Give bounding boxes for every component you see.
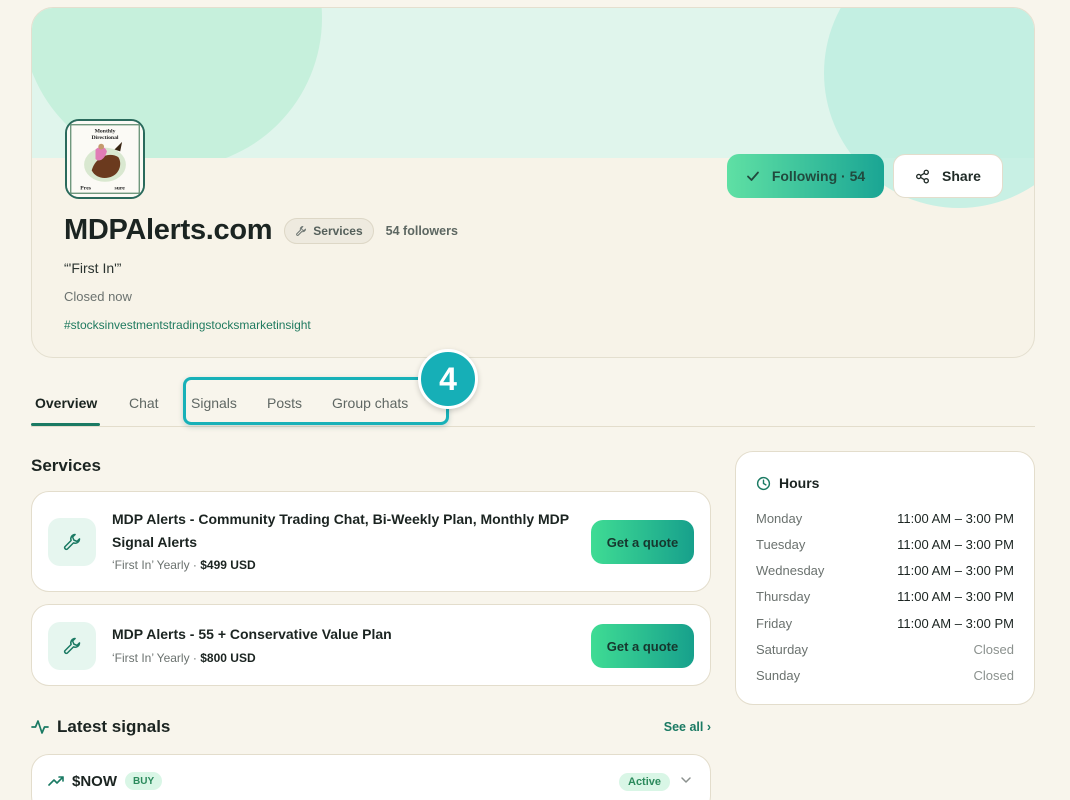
wrench-icon bbox=[63, 637, 81, 655]
hours-row: Friday 11:00 AM – 3:00 PM bbox=[756, 616, 1014, 631]
share-label: Share bbox=[942, 168, 981, 184]
see-all-link[interactable]: See all › bbox=[664, 720, 711, 734]
hours-row: Wednesday 11:00 AM – 3:00 PM bbox=[756, 563, 1014, 578]
following-label: Following · 54 bbox=[771, 168, 866, 184]
wrench-icon bbox=[296, 225, 307, 236]
hours-day: Saturday bbox=[756, 642, 809, 657]
services-heading: Services bbox=[31, 456, 101, 475]
tour-highlight-box bbox=[183, 377, 449, 425]
hours-row: Saturday Closed bbox=[756, 642, 1014, 657]
hours-day: Friday bbox=[756, 616, 793, 631]
check-icon bbox=[746, 171, 759, 181]
service-card[interactable]: MDP Alerts - 55 + Conservative Value Pla… bbox=[31, 604, 711, 686]
signal-ticker-row: $NOW BUY bbox=[48, 772, 163, 790]
avatar-text-top: Monthly bbox=[95, 128, 116, 134]
hours-day: Wednesday bbox=[756, 563, 825, 578]
active-tab-indicator bbox=[31, 423, 100, 426]
following-button[interactable]: Following · 54 bbox=[727, 154, 884, 198]
latest-signals-heading: Latest signals bbox=[31, 717, 170, 737]
service-plan: ‘First In’ Yearly · bbox=[112, 651, 201, 665]
profile-name: MDPAlerts.com bbox=[64, 214, 273, 246]
category-chip-label: Services bbox=[313, 223, 363, 238]
profile-tagline: “'First In'” bbox=[64, 260, 122, 276]
hours-row: Sunday Closed bbox=[756, 668, 1014, 683]
service-plan: ‘First In’ Yearly · bbox=[112, 558, 201, 572]
get-quote-button[interactable]: Get a quote bbox=[591, 520, 694, 564]
service-card[interactable]: MDP Alerts - Community Trading Chat, Bi-… bbox=[31, 491, 711, 592]
service-price-line: ‘First In’ Yearly · $499 USD bbox=[112, 558, 256, 572]
service-name: MDP Alerts - 55 + Conservative Value Pla… bbox=[112, 626, 392, 642]
hours-row: Tuesday 11:00 AM – 3:00 PM bbox=[756, 537, 1014, 552]
profile-page: Monthly Directional Pres sure Following … bbox=[0, 0, 1070, 800]
hours-day: Tuesday bbox=[756, 537, 806, 552]
service-price: $499 USD bbox=[200, 558, 256, 572]
signal-ticker: $NOW bbox=[72, 772, 117, 790]
signal-side-badge: BUY bbox=[125, 772, 163, 790]
hours-day: Sunday bbox=[756, 668, 801, 683]
avatar-text-mid: Directional bbox=[91, 135, 118, 141]
service-icon bbox=[48, 518, 96, 566]
signal-card[interactable]: $NOW BUY Active bbox=[31, 754, 711, 800]
banner-blob-right bbox=[824, 8, 1034, 158]
hours-time: Closed bbox=[973, 642, 1014, 657]
avatar-text-bottom-left: Pres bbox=[80, 185, 91, 191]
hours-time: Closed bbox=[973, 668, 1014, 683]
share-button[interactable]: Share bbox=[893, 154, 1003, 198]
wrench-icon bbox=[63, 533, 81, 551]
hours-card: Hours Monday 11:00 AM – 3:00 PM Tuesday … bbox=[735, 451, 1035, 705]
hours-time: 11:00 AM – 3:00 PM bbox=[897, 537, 1014, 552]
chevron-down-icon[interactable] bbox=[680, 775, 692, 785]
hours-time: 11:00 AM – 3:00 PM bbox=[897, 563, 1014, 578]
get-quote-button[interactable]: Get a quote bbox=[591, 624, 694, 668]
hours-title: Hours bbox=[779, 475, 820, 491]
hours-heading: Hours bbox=[756, 475, 819, 491]
tab-chat[interactable]: Chat bbox=[129, 395, 159, 411]
hours-day: Monday bbox=[756, 511, 803, 526]
tour-step-badge: 4 bbox=[418, 349, 478, 409]
avatar-logo-icon: Monthly Directional Pres sure bbox=[67, 121, 143, 197]
service-price: $800 USD bbox=[200, 651, 256, 665]
hours-day: Thursday bbox=[756, 589, 811, 604]
hours-time: 11:00 AM – 3:00 PM bbox=[897, 616, 1014, 631]
activity-icon bbox=[31, 720, 49, 734]
tab-overview[interactable]: Overview bbox=[35, 395, 97, 411]
hours-row: Thursday 11:00 AM – 3:00 PM bbox=[756, 589, 1014, 604]
latest-signals-title: Latest signals bbox=[57, 717, 171, 736]
hours-time: 11:00 AM – 3:00 PM bbox=[897, 589, 1014, 604]
open-status: Closed now bbox=[64, 289, 132, 304]
category-chip[interactable]: Services bbox=[284, 217, 374, 244]
latest-signals-header: Latest signals See all › bbox=[31, 717, 711, 739]
profile-hashtag[interactable]: #stocksinvestmentstradingstocksmarketins… bbox=[64, 318, 311, 332]
clock-icon bbox=[756, 476, 771, 490]
service-icon bbox=[48, 622, 96, 670]
trending-up-icon bbox=[48, 776, 64, 786]
signal-status-badge: Active bbox=[619, 773, 671, 791]
share-icon bbox=[916, 169, 930, 183]
profile-header-card: Monthly Directional Pres sure Following … bbox=[31, 7, 1035, 358]
hours-row: Monday 11:00 AM – 3:00 PM bbox=[756, 511, 1014, 526]
avatar-text-bottom-right: sure bbox=[115, 185, 126, 191]
profile-tabs: Overview Chat Signals Posts Group chats bbox=[31, 378, 1035, 427]
service-price-line: ‘First In’ Yearly · $800 USD bbox=[112, 651, 256, 665]
hours-time: 11:00 AM – 3:00 PM bbox=[897, 511, 1014, 526]
cover-banner bbox=[32, 8, 1034, 158]
avatar[interactable]: Monthly Directional Pres sure bbox=[65, 119, 145, 199]
title-row: MDPAlerts.com Services 54 followers bbox=[64, 214, 458, 247]
followers-count: 54 followers bbox=[385, 223, 458, 238]
service-name: MDP Alerts - Community Trading Chat, Bi-… bbox=[112, 511, 569, 550]
